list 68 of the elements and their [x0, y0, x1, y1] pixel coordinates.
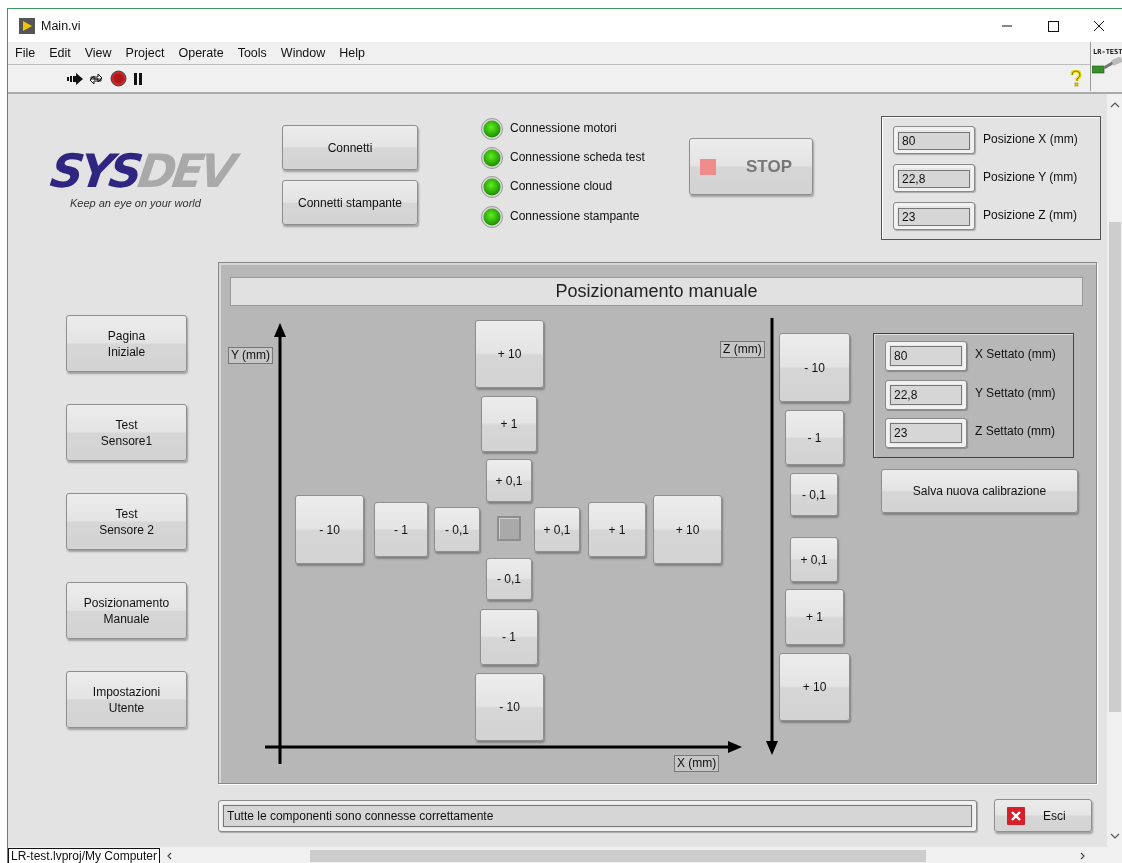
position-field[interactable]: 22,8	[893, 164, 975, 192]
jog-button[interactable]: + 0,1	[486, 459, 532, 502]
jog-button[interactable]: + 1	[588, 502, 646, 557]
window-title: Main.vi	[41, 18, 81, 33]
vertical-scrollbar[interactable]	[1107, 94, 1122, 847]
menu-item[interactable]: Operate	[171, 43, 231, 63]
pause-icon[interactable]	[134, 72, 143, 85]
logo-tagline: Keep an eye on your world	[70, 197, 201, 209]
jog-button[interactable]: + 10	[475, 320, 544, 388]
setpoint-label: Y Settato (mm)	[975, 386, 1056, 400]
menu-item[interactable]: Window	[273, 43, 333, 63]
jog-button[interactable]: - 1	[374, 502, 428, 557]
context-label: LR-test.lvproj/My Computer	[8, 847, 161, 863]
jog-button[interactable]: - 10	[295, 495, 364, 564]
setpoint-field[interactable]: 80	[885, 341, 967, 371]
jog-button[interactable]: + 10	[779, 653, 850, 721]
setpoint-label: X Settato (mm)	[975, 347, 1056, 361]
axis-label: Z (mm)	[720, 341, 765, 358]
help-icon[interactable]	[1070, 70, 1082, 87]
position-label: Posizione Z (mm)	[983, 208, 1077, 222]
nav-button[interactable]: Pagina Iniziale	[66, 315, 187, 372]
nav-button[interactable]: Test Sensore1	[66, 404, 187, 461]
abort-icon[interactable]	[110, 70, 127, 87]
status-message-field: Tutte le componenti sono connesse correttamente	[218, 800, 977, 832]
save-calibration-button[interactable]: Salva nuova calibrazione	[881, 469, 1078, 513]
jog-button[interactable]: - 0,1	[790, 473, 838, 516]
nav-button[interactable]: Impostazioni Utente	[66, 671, 187, 728]
jog-button[interactable]: - 10	[779, 333, 850, 402]
panel-title: Posizionamento manuale	[230, 277, 1083, 306]
position-field[interactable]: 23	[893, 202, 975, 230]
setpoint-field[interactable]: 23	[885, 418, 967, 448]
setpoint-label: Z Settato (mm)	[975, 424, 1055, 438]
jog-button[interactable]: + 0,1	[790, 537, 838, 582]
close-icon	[1007, 806, 1025, 825]
run-arrow-icon[interactable]	[66, 71, 84, 86]
menu-item[interactable]: Tools	[230, 43, 274, 63]
menu-item[interactable]: Project	[118, 43, 172, 63]
nav-button[interactable]: Test Sensore 2	[66, 493, 187, 550]
jog-button[interactable]: + 1	[785, 589, 844, 645]
nav-button[interactable]: Posizionamento Manuale	[66, 582, 187, 639]
menu-item[interactable]: View	[77, 43, 119, 63]
app-icon	[19, 17, 35, 34]
hardware-target-icon	[1092, 57, 1122, 75]
jog-button[interactable]: + 10	[653, 495, 722, 564]
jog-button[interactable]: - 10	[475, 673, 544, 741]
connection-label: Connessione cloud	[510, 179, 613, 193]
center-indicator	[497, 516, 521, 541]
jog-button[interactable]: + 1	[481, 396, 537, 452]
connection-label: Connessione stampante	[510, 209, 640, 223]
axis-label: Y (mm)	[228, 347, 274, 364]
position-label: Posizione Y (mm)	[983, 170, 1078, 184]
setpoint-field[interactable]: 22,8	[885, 380, 967, 410]
menu-item[interactable]: Edit	[42, 43, 78, 63]
connection-label: Connessione motori	[510, 121, 617, 135]
connection-label: Connessione scheda test	[510, 150, 645, 164]
jog-button[interactable]: - 1	[785, 410, 844, 465]
menu-item[interactable]: Help	[332, 43, 373, 63]
exit-button[interactable]: Esci	[994, 799, 1092, 832]
jog-button[interactable]: - 0,1	[486, 558, 532, 600]
jog-button[interactable]: - 1	[480, 609, 538, 665]
position-field[interactable]: 80	[893, 126, 975, 154]
jog-button[interactable]: - 0,1	[434, 507, 480, 552]
menu-item[interactable]: File	[8, 43, 43, 63]
axis-label: X (mm)	[674, 755, 720, 772]
connect-button[interactable]: Connetti stampante	[282, 180, 418, 225]
jog-button[interactable]: + 0,1	[534, 507, 580, 552]
connect-button[interactable]: Connetti	[282, 125, 418, 170]
position-label: Posizione X (mm)	[983, 132, 1078, 146]
